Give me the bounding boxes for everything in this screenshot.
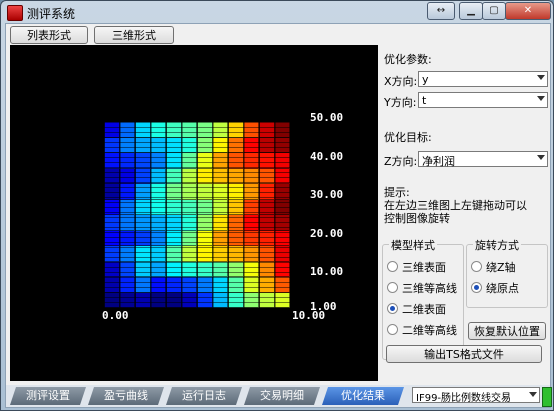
- x-direction-select[interactable]: y: [418, 71, 548, 87]
- tab-eval-settings[interactable]: 测评设置: [10, 387, 86, 405]
- tab-pnl-curve[interactable]: 盈亏曲线: [88, 387, 164, 405]
- chevron-down-icon: [529, 392, 537, 397]
- x-tick-label: 0.00: [102, 309, 129, 322]
- window-title: 测评系统: [27, 7, 76, 21]
- tab-optimize-results[interactable]: 优化结果: [322, 387, 404, 405]
- radio-dot-selected: [471, 282, 482, 293]
- radio-rotate-z[interactable]: 绕Z轴: [471, 259, 516, 275]
- client-area: 列表形式 三维形式 50.00 40.00 30.00 20.00 10.00 …: [5, 23, 552, 408]
- radio-dot: [387, 324, 398, 335]
- app-icon: [7, 5, 23, 21]
- list-view-button[interactable]: 列表形式: [10, 26, 88, 44]
- y-tick-label: 10.00: [310, 265, 344, 278]
- x-direction-value: y: [422, 73, 429, 86]
- chevron-down-icon: [537, 155, 545, 160]
- radio-rotate-origin[interactable]: 绕原点: [471, 280, 519, 296]
- model-style-group: 模型样式 三维表面 三维等高线 二维表面 二维等高线: [382, 237, 464, 360]
- x-tick-label: 10.00: [292, 309, 326, 322]
- strategy-select[interactable]: IF99-肠比例数线交易: [412, 387, 540, 404]
- chevron-down-icon: [537, 75, 545, 80]
- restore-arrows-icon[interactable]: ↔: [427, 2, 455, 20]
- radio-dot: [471, 261, 482, 272]
- radio-dot: [387, 282, 398, 293]
- y-direction-select[interactable]: t: [418, 92, 548, 108]
- radio-dot-selected: [387, 303, 398, 314]
- rotation-group: 旋转方式 绕Z轴 绕原点: [466, 237, 548, 308]
- export-ts-button[interactable]: 输出TS格式文件: [386, 345, 542, 363]
- model-style-title: 模型样式: [389, 237, 437, 253]
- y-tick-label: 30.00: [310, 188, 344, 201]
- y-tick-label: 50.00: [310, 111, 344, 124]
- y-tick-label: 20.00: [310, 227, 344, 240]
- three-d-view-button[interactable]: 三维形式: [94, 26, 174, 44]
- y-tick-label: 40.00: [310, 150, 344, 163]
- status-indicator: [542, 387, 552, 407]
- z-direction-value: 净利润: [422, 155, 455, 168]
- z-direction-select[interactable]: 净利润: [418, 151, 548, 168]
- radio-2d-contour[interactable]: 二维等高线: [387, 322, 457, 338]
- chart-plot-area[interactable]: 50.00 40.00 30.00 20.00 10.00 1.00 0.00 …: [10, 45, 378, 381]
- heatmap-col-lines: [104, 122, 290, 308]
- close-icon[interactable]: ✕: [505, 2, 551, 20]
- hint-line: 控制图像旋转: [384, 212, 450, 225]
- radio-2d-surface[interactable]: 二维表面: [387, 301, 446, 317]
- minimize-icon[interactable]: ▁: [459, 2, 483, 20]
- radio-dot: [387, 261, 398, 272]
- strategy-value: IF99-肠比例数线交易: [416, 393, 512, 404]
- maximize-icon[interactable]: ▢: [482, 2, 506, 20]
- radio-3d-contour[interactable]: 三维等高线: [387, 280, 457, 296]
- y-direction-label: Y方向:: [384, 96, 417, 109]
- reset-position-button[interactable]: 恢复默认位置: [468, 322, 546, 340]
- z-direction-label: Z方向:: [384, 155, 418, 168]
- rotation-title: 旋转方式: [473, 237, 521, 253]
- optimize-target-label: 优化目标:: [384, 131, 432, 144]
- chevron-down-icon: [537, 96, 545, 101]
- title-bar: 测评系统 ↔ ▁ ▢ ✕: [1, 1, 553, 23]
- radio-3d-surface[interactable]: 三维表面: [387, 259, 446, 275]
- optimize-params-label: 优化参数:: [384, 53, 432, 66]
- y-direction-value: t: [422, 94, 427, 107]
- x-direction-label: X方向:: [384, 75, 418, 88]
- tab-trade-details[interactable]: 交易明细: [244, 387, 320, 405]
- settings-panel: 优化参数: X方向: y Y方向: t 优化目标: Z方向: 净利润 提示: 在…: [382, 45, 548, 381]
- main-window: 测评系统 ↔ ▁ ▢ ✕ 列表形式 三维形式 50.00 40.00 30.00…: [0, 0, 554, 411]
- tab-run-log[interactable]: 运行日志: [166, 387, 242, 405]
